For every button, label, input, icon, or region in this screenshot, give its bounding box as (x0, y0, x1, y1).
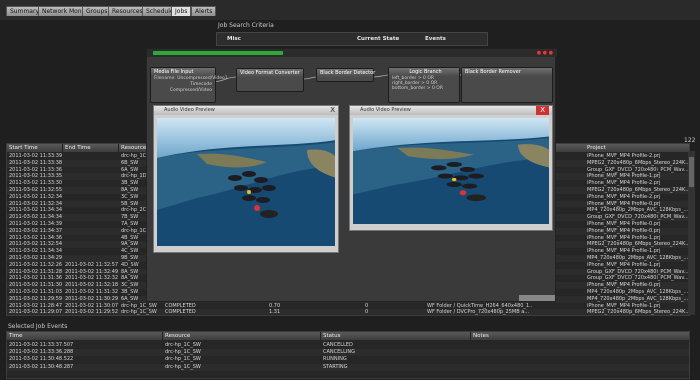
scroll-thumb[interactable] (689, 157, 694, 187)
event-cell: 2011-03-02 11:30:48.522 (9, 356, 74, 363)
tab-groups[interactable]: Groups (82, 6, 112, 16)
event-row[interactable]: 2011-03-02 11:30:48.522 drc-hp_1C_SW RUNNI… (7, 356, 689, 364)
event-cell: STARTING (323, 363, 348, 370)
tab-alerts[interactable]: Alerts (191, 6, 217, 16)
node-title: Video Format Converter (237, 69, 303, 77)
events-table-header: Time Resource Status Notes (7, 332, 689, 340)
node-title: Black Border Detector (317, 69, 375, 77)
preview-title: Audio Video Preview (164, 107, 215, 113)
tab-jobs[interactable]: Jobs (171, 6, 192, 16)
event-cell: 2011-03-02 11:30:48.287 (9, 363, 74, 370)
event-row[interactable]: 2011-03-02 11:30:48.287 drc-hp_1C_SW START… (7, 363, 689, 371)
jobs-scrollbar[interactable] (688, 151, 695, 315)
table-cell: MPEG2_720x480p_6Mbps_Stereo_224K... (587, 309, 689, 316)
preview-video-frame (157, 118, 335, 246)
event-cell: drc-hp_1C_SW (165, 342, 201, 348)
preview-playback-bar[interactable] (519, 295, 555, 301)
criteria-title: Job Search Criteria (218, 22, 274, 29)
criteria-col-events[interactable]: Events (425, 36, 446, 42)
criteria-col-current-state[interactable]: Current State (357, 36, 399, 42)
tab-resources[interactable]: Resources (108, 6, 147, 16)
preview-title: Audio Video Preview (360, 107, 411, 113)
table-cell: 2011-03-02 11:29:07 (9, 309, 63, 316)
events-col-status[interactable]: Status (321, 332, 471, 340)
node-title: Black Border Remover (462, 68, 552, 76)
col-project[interactable]: Project (585, 144, 689, 152)
events-col-notes[interactable]: Notes (471, 332, 689, 340)
node-line: bottom_border > 0 OR (392, 86, 443, 91)
node-media-file-input[interactable]: Media File Input Filename: Uncompressed/… (150, 67, 228, 103)
preview-video-frame (353, 118, 549, 224)
skydiving-scene-image (353, 118, 549, 224)
event-cell: drc-hp_1C_SW (165, 356, 201, 363)
node-black-border-detector[interactable]: Black Border Detector (316, 68, 375, 82)
event-cell: 2011-03-02 11:33:36.288 (9, 349, 74, 356)
node-title: Media File Input (151, 68, 215, 76)
preview-title-bar[interactable]: Audio Video Preview X (154, 106, 338, 115)
criteria-col-misc[interactable]: Misc (227, 36, 241, 42)
audio-video-preview-window[interactable]: Audio Video Preview X (349, 105, 553, 231)
event-cell: drc-hp_1C_SW (165, 363, 201, 370)
table-cell: 0 (365, 309, 369, 316)
criteria-panel: Misc Current State Events (216, 32, 488, 46)
preview-title-bar[interactable]: Audio Video Preview X (350, 106, 552, 115)
node-title: Logic Branch (389, 68, 459, 76)
table-cell: drc-hp_1C_SW (121, 309, 157, 316)
events-col-time[interactable]: Time (7, 332, 163, 340)
events-table: Time Resource Status Notes 2011-03-02 11… (6, 331, 690, 379)
event-row[interactable]: 2011-03-02 11:33:36.288 drc-hp_1C_SW CANCE… (7, 349, 689, 357)
node-line: Compressed/Video (169, 88, 212, 93)
table-cell: COMPLETED (165, 309, 196, 316)
event-cell: RUNNING (323, 356, 347, 363)
event-cell: 2011-03-02 11:33:37.507 (9, 342, 74, 348)
close-icon[interactable]: X (536, 106, 549, 115)
table-cell: 2011-03-02 11:29:52 (65, 309, 119, 316)
workflow-canvas[interactable]: ● ● ● Media File Input Filename: Uncompr… (146, 48, 557, 302)
node-black-border-remover[interactable]: Black Border Remover (461, 67, 553, 103)
events-title: Selected Job Events (8, 323, 68, 330)
event-cell: CANCELLED (323, 342, 353, 348)
close-icon[interactable]: X (330, 106, 335, 115)
skydiving-scene-image (157, 118, 335, 246)
table-cell: 1.31 (269, 309, 281, 316)
table-cell: WF Folder / DVCPro_720x480p_25MB a... (427, 309, 530, 316)
node-logic-branch[interactable]: Logic Branch left_border > 0 OR right_bo… (388, 67, 460, 103)
table-row[interactable]: 2011-03-02 11:29:07 2011-03-02 11:29:52 dr… (7, 309, 689, 316)
events-col-resource[interactable]: Resource (163, 332, 321, 340)
event-cell: CANCELLING (323, 349, 355, 356)
audio-video-preview-window[interactable]: Audio Video Preview X (153, 105, 339, 253)
event-cell: drc-hp_1C_SW (165, 349, 201, 356)
node-video-format-converter[interactable]: Video Format Converter (236, 68, 304, 92)
col-end-time[interactable]: End Time (63, 144, 119, 152)
event-row[interactable]: 2011-03-02 11:33:37.507 drc-hp_1C_SW CANCE… (7, 342, 689, 349)
col-start-time[interactable]: Start Time (7, 144, 63, 152)
